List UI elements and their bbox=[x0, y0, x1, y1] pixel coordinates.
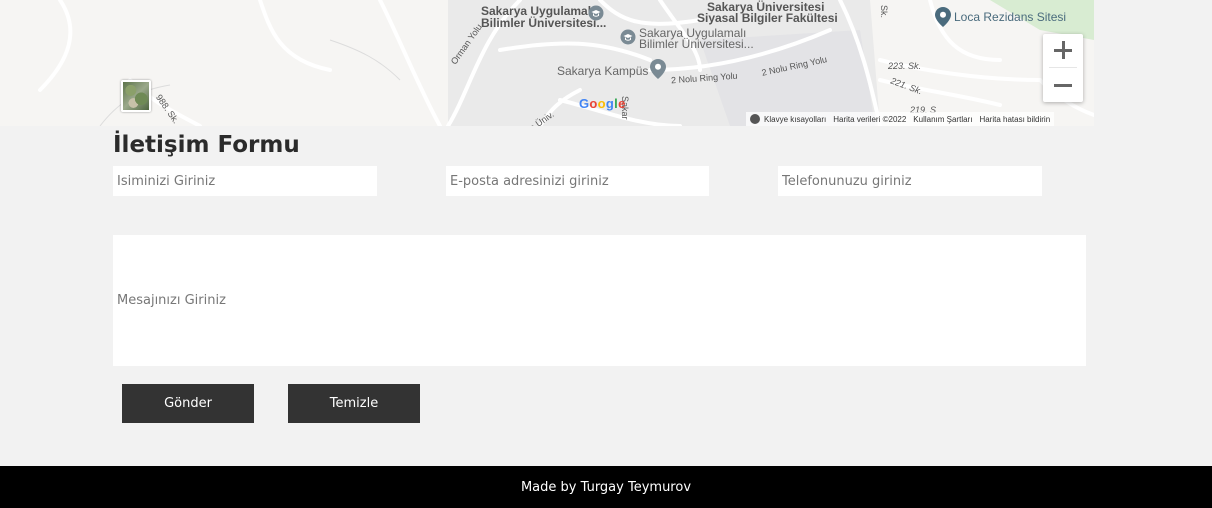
map-embed[interactable]: Sakarya Uygulamalı Bilimler Üniversitesi… bbox=[0, 0, 1212, 126]
email-input[interactable] bbox=[446, 166, 709, 196]
google-logo-letter: o bbox=[589, 96, 598, 111]
message-field[interactable]: Mesajınızı Giriniz bbox=[113, 235, 1086, 366]
zoom-control bbox=[1043, 34, 1083, 102]
map-label-street: 223. Sk. bbox=[888, 61, 922, 71]
location-pin-icon[interactable] bbox=[935, 7, 951, 27]
report-error-link[interactable]: Harita hatası bildirin bbox=[979, 115, 1050, 124]
google-logo: Google bbox=[579, 96, 626, 111]
location-pin-icon[interactable] bbox=[650, 59, 666, 79]
map-canvas[interactable]: Sakarya Uygulamalı Bilimler Üniversitesi… bbox=[0, 0, 1094, 126]
zoom-in-button[interactable] bbox=[1043, 34, 1083, 67]
map-data-text: Harita verileri ©2022 bbox=[833, 114, 907, 124]
map-label-poi: Sakarya Kampüs bbox=[557, 64, 649, 78]
google-logo-letter: g bbox=[605, 96, 615, 111]
name-input[interactable] bbox=[113, 166, 377, 196]
google-logo-letter: e bbox=[618, 96, 626, 111]
clear-button[interactable]: Temizle bbox=[288, 384, 420, 423]
footer: Made by Turgay Teymurov bbox=[0, 466, 1212, 508]
map-label-poi: Siyasal Bilgiler Fakültesi bbox=[697, 11, 838, 25]
map-label-street: Sk. bbox=[879, 5, 889, 19]
keyboard-icon[interactable] bbox=[750, 114, 760, 124]
google-logo-letter: G bbox=[579, 96, 590, 111]
map-label-poi: Loca Rezidans Sitesi bbox=[954, 10, 1067, 24]
zoom-divider bbox=[1049, 67, 1077, 68]
send-button[interactable]: Gönder bbox=[122, 384, 254, 423]
satellite-toggle-thumbnail[interactable] bbox=[121, 80, 151, 112]
footer-credit: Made by Turgay Teymurov bbox=[520, 479, 692, 495]
map-attribution: Klavye kısayolları Harita verileri ©2022… bbox=[746, 112, 1055, 126]
message-textarea[interactable] bbox=[113, 235, 1086, 366]
terms-link[interactable]: Kullanım Şartları bbox=[913, 115, 972, 124]
map-label-poi: Bilimler Üniversitesi... bbox=[639, 37, 754, 51]
phone-input[interactable] bbox=[778, 166, 1042, 196]
google-logo-letter: o bbox=[597, 96, 606, 111]
page-title: İletişim Formu bbox=[113, 132, 300, 158]
university-pin-icon[interactable] bbox=[588, 5, 604, 21]
zoom-out-button[interactable] bbox=[1043, 69, 1083, 102]
university-pin-icon[interactable] bbox=[620, 29, 636, 45]
keyboard-shortcuts-link[interactable]: Klavye kısayolları bbox=[764, 115, 826, 124]
